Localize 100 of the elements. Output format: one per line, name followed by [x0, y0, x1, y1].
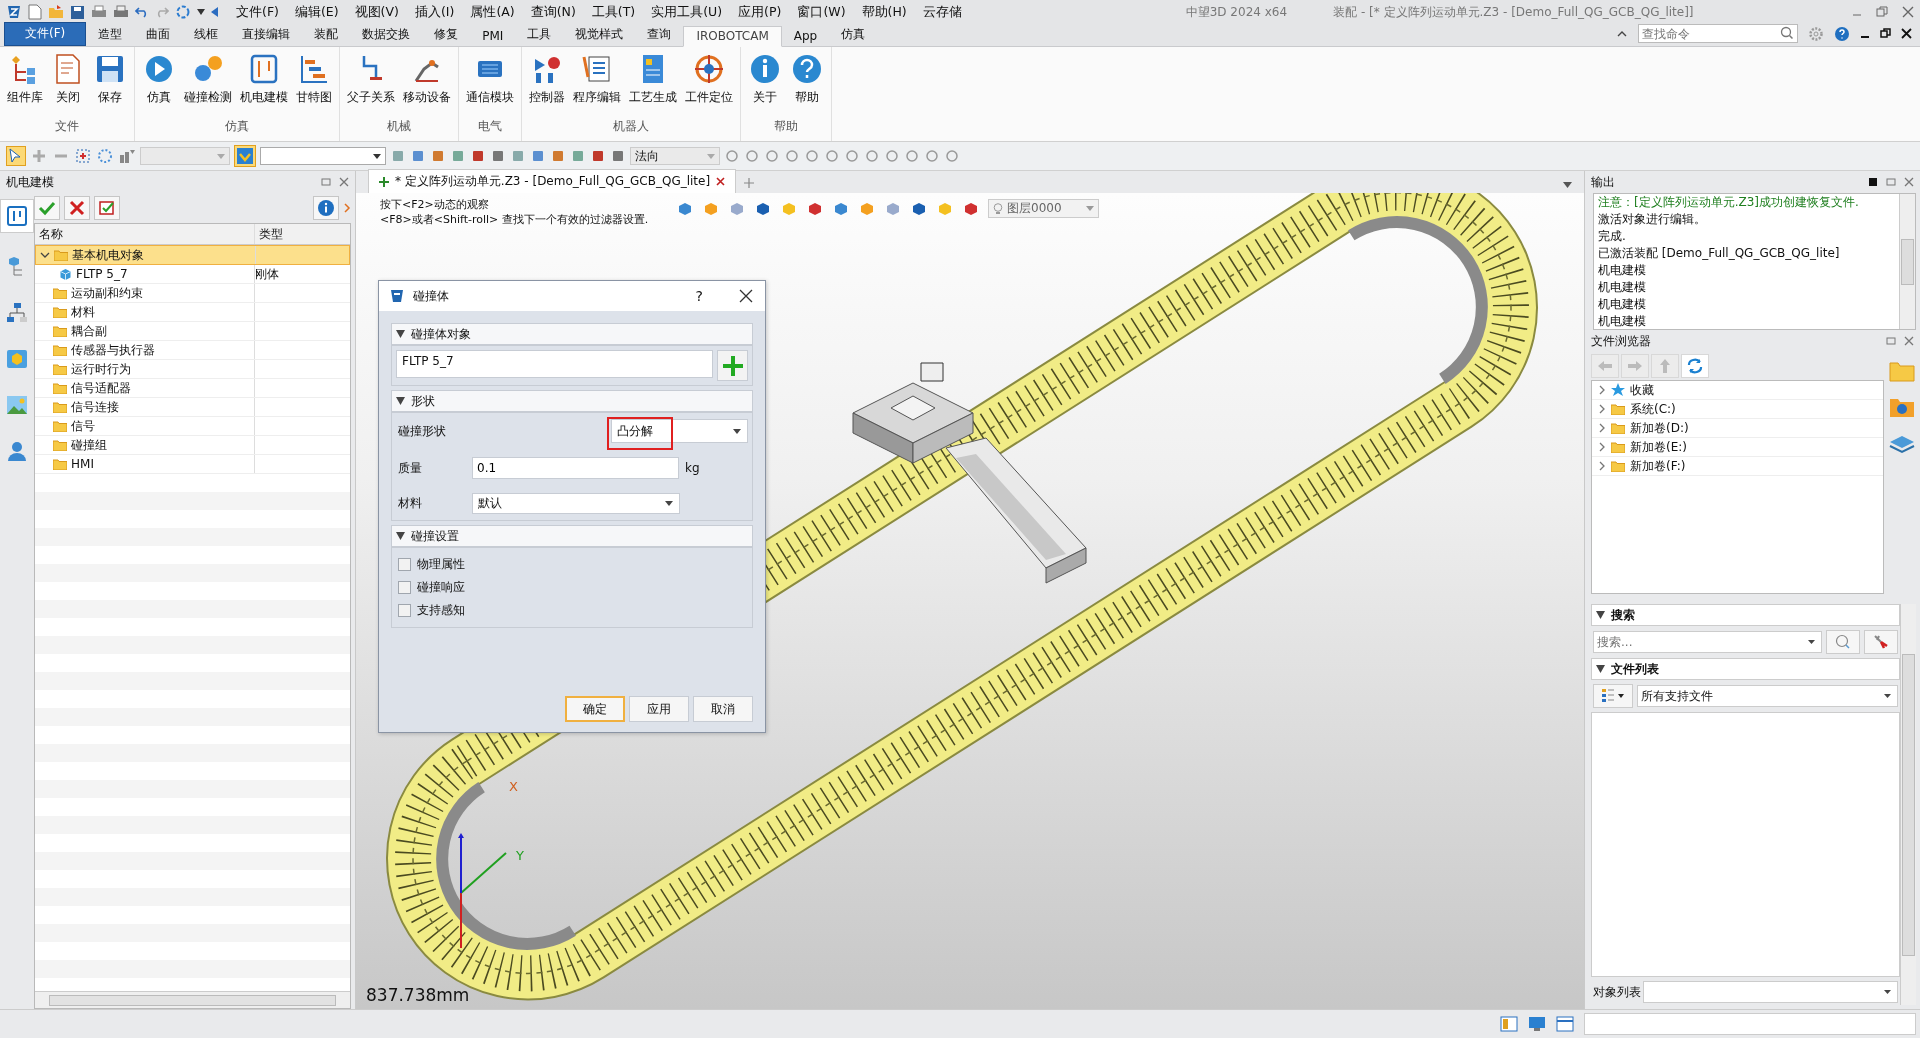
ribbon-button[interactable]: 移动设备 [400, 51, 454, 118]
ribbon-tab[interactable]: 工具 [515, 24, 564, 46]
window-icon[interactable] [1556, 1016, 1574, 1032]
tree-row[interactable]: 信号 [35, 417, 350, 436]
stop-icon[interactable] [1868, 177, 1878, 187]
undo-icon[interactable] [135, 6, 149, 18]
checkbox[interactable] [398, 604, 411, 617]
folder-icon[interactable] [1889, 360, 1915, 382]
menu-item[interactable]: 视图(V) [346, 3, 407, 21]
mass-field[interactable]: 0.1 [472, 457, 679, 479]
ribbon-button[interactable]: 程序编辑 [570, 51, 624, 118]
add-button[interactable] [717, 350, 748, 381]
toolbar-icon[interactable] [570, 148, 586, 164]
layout-icon[interactable] [1500, 1016, 1518, 1032]
new-tab-icon[interactable] [744, 178, 755, 188]
toolbar-icon[interactable] [844, 148, 860, 164]
tree-row[interactable]: 信号连接 [35, 398, 350, 417]
ribbon-button[interactable]: 控制器 [526, 51, 568, 118]
ribbon-tab[interactable]: IROBOTCAM [683, 26, 782, 47]
dropdown-arrow-icon[interactable] [1808, 640, 1815, 644]
ribbon-tab[interactable]: 查询 [635, 24, 684, 46]
view-tool-icon[interactable] [832, 200, 850, 217]
dialog-button[interactable]: 确定 [565, 696, 625, 722]
menu-item[interactable]: 工具(T) [583, 3, 644, 21]
view-tool-icon[interactable] [910, 200, 928, 217]
dialog-button[interactable]: 应用 [629, 696, 689, 722]
section-header[interactable]: 碰撞体对象 [391, 323, 753, 345]
toolbar-icon[interactable] [490, 148, 506, 164]
toolbar-icon[interactable] [744, 148, 760, 164]
ribbon-button[interactable]: 工件定位 [682, 51, 736, 118]
toolbar-icon[interactable] [904, 148, 920, 164]
ribbon-button[interactable]: 帮助 [787, 51, 827, 118]
ribbon-tab[interactable]: PMI [470, 27, 516, 46]
document-tab[interactable]: * 定义阵列运动单元.Z3 - [Demo_Full_QG_GCB_QG_lite] [368, 169, 737, 193]
column-header[interactable]: 类型 [255, 224, 350, 244]
refresh-button[interactable] [1681, 354, 1709, 378]
toolbar-icon[interactable] [550, 148, 566, 164]
ribbon-button[interactable]: 组件库 [4, 51, 46, 118]
menu-item[interactable]: 应用(P) [730, 3, 790, 21]
dropdown-arrow-icon[interactable] [197, 9, 205, 15]
tree-row[interactable]: 运动副和约束 [35, 284, 350, 303]
search-button[interactable] [1826, 630, 1860, 654]
toolbar-icon[interactable] [944, 148, 960, 164]
folder-tree-item[interactable]: 新加卷(F:) [1592, 457, 1883, 476]
file-type-dropdown[interactable]: 所有支持文件 [1637, 685, 1898, 707]
toolbar-icon[interactable] [390, 148, 406, 164]
toolbar-icon[interactable] [824, 148, 840, 164]
dropdown-arrow-icon[interactable] [1884, 990, 1891, 994]
command-search-field[interactable]: 查找命令 [1638, 24, 1798, 43]
horizontal-scrollbar[interactable] [35, 991, 350, 1008]
toolbar-icon[interactable] [470, 148, 486, 164]
view-mode-button[interactable] [1593, 684, 1633, 708]
ribbon-button[interactable]: 机电建模 [237, 51, 291, 118]
search-field[interactable]: 搜索... [1593, 631, 1822, 653]
ribbon-tab[interactable]: 装配 [302, 24, 351, 46]
info-button[interactable] [313, 196, 339, 220]
command-input-field[interactable] [1584, 1013, 1916, 1035]
toolbar-icon[interactable] [430, 148, 446, 164]
printer-icon[interactable] [91, 4, 107, 20]
new-file-icon[interactable] [28, 4, 42, 20]
menu-item[interactable]: 文件(F) [228, 3, 287, 21]
chevron-icon[interactable] [40, 250, 50, 260]
help-icon[interactable] [1834, 25, 1850, 42]
cancel-button[interactable] [64, 196, 90, 220]
left-arrow-icon[interactable] [211, 7, 218, 17]
ribbon-button[interactable]: 父子关系 [344, 51, 398, 118]
folder-tree-item[interactable]: 新加卷(D:) [1592, 419, 1883, 438]
menu-item[interactable]: 实用工具(U) [643, 3, 731, 21]
toolbar-icon[interactable] [804, 148, 820, 164]
circle-icon[interactable] [96, 147, 114, 165]
tree-row[interactable]: 信号适配器 [35, 379, 350, 398]
folder-tree-item[interactable]: 收藏 [1592, 381, 1883, 400]
ribbon-button[interactable]: 碰撞检测 [181, 51, 235, 118]
menu-item[interactable]: 编辑(E) [286, 3, 347, 21]
checkbox[interactable] [398, 558, 411, 571]
folder-tree-item[interactable]: 新加卷(E:) [1592, 438, 1883, 457]
toolbar-icon[interactable] [410, 148, 426, 164]
tree-row[interactable]: 碰撞组 [35, 436, 350, 455]
app-logo-icon[interactable] [6, 4, 22, 20]
ribbon-button[interactable]: 仿真 [139, 51, 179, 118]
picker-icon[interactable] [234, 145, 256, 167]
checkbox[interactable] [398, 581, 411, 594]
ribbon-tab[interactable]: 直接编辑 [230, 24, 303, 46]
float-icon[interactable] [1886, 336, 1896, 346]
toolbar-icon[interactable] [884, 148, 900, 164]
section-header[interactable]: 搜索 [1591, 604, 1900, 626]
restore-icon[interactable] [1880, 28, 1891, 39]
ribbon-tab[interactable]: 造型 [86, 24, 135, 46]
filter-icon[interactable] [118, 147, 136, 165]
toolbar-icon[interactable] [764, 148, 780, 164]
close-icon[interactable] [1901, 28, 1912, 39]
shape-dropdown[interactable]: 凸分解 [611, 419, 748, 443]
ribbon-button[interactable]: 工艺生成 [626, 51, 680, 118]
view-tool-icon[interactable] [754, 200, 772, 217]
redo-icon[interactable] [155, 6, 169, 18]
ribbon-tab[interactable]: 仿真 [829, 24, 878, 46]
ribbon-tab[interactable]: 线框 [182, 24, 231, 46]
confirm-button[interactable] [34, 196, 60, 220]
pliers-button[interactable] [1864, 630, 1898, 654]
menu-item[interactable]: 插入(I) [406, 3, 463, 21]
